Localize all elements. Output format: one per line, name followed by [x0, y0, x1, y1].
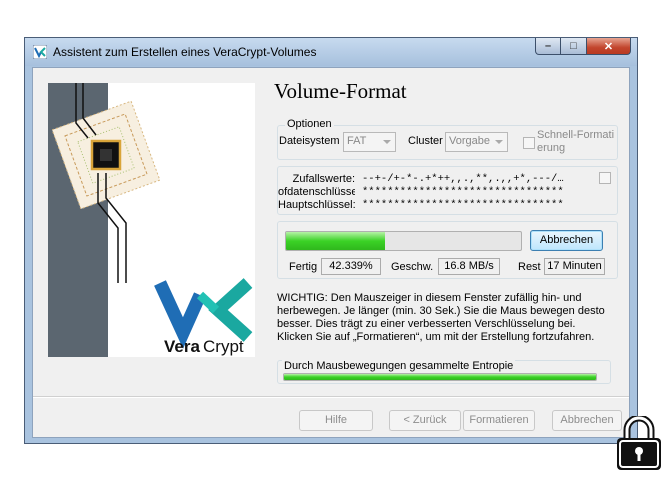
cancel-button[interactable]: Abbrechen	[552, 410, 622, 431]
close-icon: ✕	[603, 40, 614, 53]
time-left-value: 17 Minuten	[544, 258, 605, 275]
cluster-select[interactable]: Vorgabe	[445, 132, 508, 152]
options-legend: Optionen	[285, 118, 334, 130]
random-pool-label: Zufallswerte:	[292, 173, 355, 185]
filesystem-label: Dateisystem	[279, 135, 340, 147]
minimize-button[interactable]: –	[535, 38, 561, 55]
cluster-value: Vorgabe	[449, 135, 490, 147]
options-group: Optionen Dateisystem FAT Cluster Vorgabe…	[277, 118, 618, 160]
entropy-bar-fill	[284, 374, 596, 380]
chip-artwork-image: Vera Crypt	[48, 83, 255, 357]
chevron-down-icon	[495, 140, 503, 144]
random-pool-value: --+-/+-*-.+*++,,.,**,.,,+*,---/…	[362, 173, 564, 185]
speed-value: 16.8 MB/s	[438, 258, 500, 275]
keys-group: Zufallswerte: --+-/+-*-.+*++,,.,**,.,,+*…	[277, 166, 618, 215]
header-key-value: ********************************	[362, 186, 564, 198]
abort-button[interactable]: Abbrechen	[530, 230, 603, 251]
entropy-bar	[283, 373, 597, 381]
chevron-down-icon	[383, 140, 391, 144]
minimize-icon: –	[544, 40, 552, 52]
maximize-icon: □	[570, 40, 577, 52]
logo-text-light: Crypt	[203, 337, 244, 356]
veracrypt-app-icon	[33, 45, 47, 59]
footer-divider	[33, 396, 629, 398]
entropy-group: Durch Mausbewegungen gesammelte Entropie	[277, 360, 611, 384]
wizard-artwork: Vera Crypt	[48, 83, 255, 357]
cluster-label: Cluster	[408, 135, 443, 147]
speed-label: Geschw.	[391, 261, 434, 273]
wizard-client-area: Vera Crypt Volume-Format Optionen Dateis…	[32, 67, 630, 438]
quick-format-label-line2: erung	[537, 142, 566, 154]
page-title: Volume-Format	[274, 79, 407, 103]
filesystem-select[interactable]: FAT	[343, 132, 396, 152]
title-bar[interactable]: Assistent zum Erstellen eines VeraCrypt-…	[25, 38, 637, 66]
master-key-value: ********************************	[362, 199, 564, 211]
help-button[interactable]: Hilfe	[299, 410, 373, 431]
logo-text-bold: Vera	[164, 337, 200, 356]
done-value: 42.339%	[321, 258, 381, 275]
progress-group: Abbrechen Fertig 42.339% Geschw. 16.8 MB…	[277, 221, 618, 279]
wizard-window: Assistent zum Erstellen eines VeraCrypt-…	[24, 37, 638, 444]
mouse-movement-instructions: WICHTIG: Den Mauszeiger in diesem Fenste…	[277, 292, 605, 343]
quick-format-checkbox[interactable]	[523, 137, 535, 149]
format-progress-fill	[286, 232, 386, 250]
header-key-label: ofdatenschlüssel:	[278, 186, 355, 198]
done-label: Fertig	[289, 261, 318, 273]
show-keys-checkbox[interactable]	[599, 172, 611, 184]
close-button[interactable]: ✕	[587, 38, 631, 55]
caption-buttons: – □ ✕	[535, 38, 631, 56]
window-title: Assistent zum Erstellen eines VeraCrypt-…	[53, 45, 317, 59]
quick-format-label-line1: Schnell-Formati	[537, 129, 615, 141]
time-left-label: Rest	[518, 261, 541, 273]
maximize-button[interactable]: □	[561, 38, 587, 55]
format-button[interactable]: Formatieren	[463, 410, 535, 431]
entropy-label: Durch Mausbewegungen gesammelte Entropie	[282, 360, 516, 372]
back-button[interactable]: < Zurück	[389, 410, 461, 431]
format-progress-bar	[285, 231, 522, 251]
master-key-label: Hauptschlüssel:	[278, 199, 356, 211]
filesystem-value: FAT	[347, 135, 367, 147]
padlock-icon	[617, 416, 661, 470]
